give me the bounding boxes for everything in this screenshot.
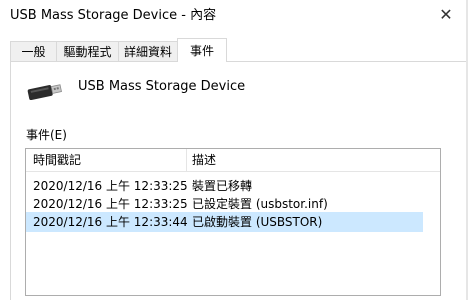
tab-details[interactable]: 詳細資料	[118, 41, 178, 61]
tab-events[interactable]: 事件	[177, 38, 227, 62]
table-row-selected[interactable]: 2020/12/16 上午 12:33:44 已啟動裝置 (USBSTOR)	[26, 212, 423, 232]
events-label: 事件(E)	[26, 128, 67, 142]
column-header-timestamp[interactable]: 時間戳記	[33, 149, 81, 171]
tab-general[interactable]: 一般	[10, 41, 57, 61]
event-time: 2020/12/16 上午 12:33:25	[33, 197, 188, 211]
event-description: 已設定裝置 (usbstor.inf)	[192, 197, 328, 211]
device-name: USB Mass Storage Device	[78, 79, 246, 94]
usb-drive-icon	[27, 84, 62, 101]
tab-strip: 一般 驅動程式 詳細資料 事件	[0, 38, 468, 62]
event-description: 裝置已移轉	[192, 179, 253, 193]
close-icon[interactable]: ✕	[436, 5, 456, 25]
column-divider[interactable]	[186, 149, 187, 171]
list-header: 時間戳記 描述	[26, 149, 440, 172]
window-title: USB Mass Storage Device - 內容	[10, 8, 217, 23]
event-time: 2020/12/16 上午 12:33:25	[33, 179, 188, 193]
event-description: 已啟動裝置 (USBSTOR)	[192, 215, 323, 229]
column-header-description[interactable]: 描述	[192, 149, 216, 171]
table-row[interactable]: 2020/12/16 上午 12:33:25 已設定裝置 (usbstor.in…	[26, 194, 423, 214]
table-row[interactable]: 2020/12/16 上午 12:33:25 裝置已移轉	[26, 176, 423, 196]
events-list[interactable]: 時間戳記 描述 2020/12/16 上午 12:33:25 裝置已移轉 202…	[25, 148, 441, 296]
tab-driver[interactable]: 驅動程式	[56, 41, 119, 61]
event-time: 2020/12/16 上午 12:33:44	[33, 215, 188, 229]
